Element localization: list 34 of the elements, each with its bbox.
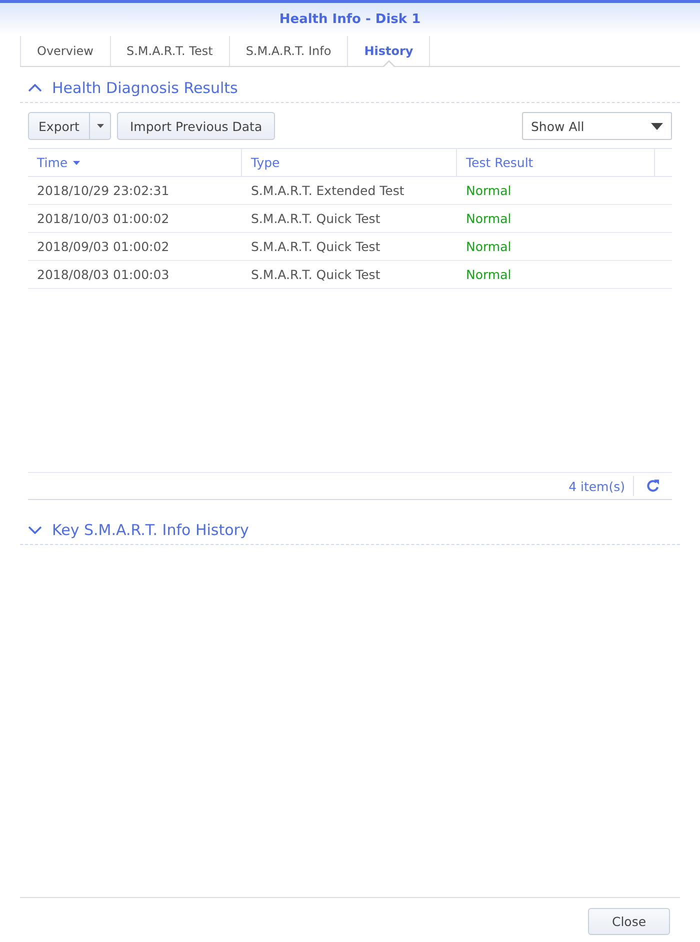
section-title[interactable]: Key S.M.A.R.T. Info History — [52, 520, 249, 538]
section-title[interactable]: Health Diagnosis Results — [52, 78, 238, 96]
caret-down-icon — [651, 122, 663, 130]
table-cell-text: 2018/10/29 23:02:31 — [36, 182, 170, 200]
item-count: 4 item(s) — [568, 478, 625, 494]
tab[interactable]: S.M.A.R.T. Info — [228, 36, 348, 66]
tab[interactable]: Overview — [20, 36, 110, 66]
export-menu-button[interactable] — [90, 112, 111, 140]
table-cell-text: Normal — [465, 266, 512, 284]
refresh-icon[interactable] — [646, 479, 660, 493]
column-header[interactable]: Time — [28, 149, 242, 176]
chevron-down-icon[interactable] — [28, 526, 42, 534]
export-button[interactable]: Export — [28, 112, 90, 140]
table-cell-text: S.M.A.R.T. Quick Test — [250, 266, 382, 284]
column-header[interactable]: Type — [242, 149, 457, 176]
column-header[interactable]: Test Result — [457, 149, 655, 176]
table-cell-text: 2018/09/03 01:00:02 — [36, 238, 170, 256]
table-cell-text: Normal — [465, 182, 512, 200]
tab[interactable]: S.M.A.R.T. Test — [110, 36, 229, 66]
close-button[interactable]: Close — [588, 908, 670, 935]
table-cell-text: Normal — [465, 238, 512, 256]
tab[interactable]: History — [347, 36, 430, 66]
sort-caret-icon — [72, 160, 80, 164]
table-cell-text: S.M.A.R.T. Extended Test — [250, 182, 406, 200]
caret-down-icon — [96, 124, 104, 128]
chevron-up-icon[interactable] — [28, 84, 42, 92]
table-cell-text: 2018/08/03 01:00:03 — [36, 266, 170, 284]
filter-dropdown[interactable]: Show All — [522, 112, 672, 140]
table-cell-text: Normal — [465, 210, 512, 228]
table-cell-text: 2018/10/03 01:00:02 — [36, 210, 170, 228]
table-cell-text: S.M.A.R.T. Quick Test — [250, 238, 382, 256]
table-cell-text: S.M.A.R.T. Quick Test — [250, 210, 382, 228]
import-button[interactable]: Import Previous Data — [117, 112, 276, 140]
window-title: Health Info - Disk 1 — [279, 12, 421, 27]
